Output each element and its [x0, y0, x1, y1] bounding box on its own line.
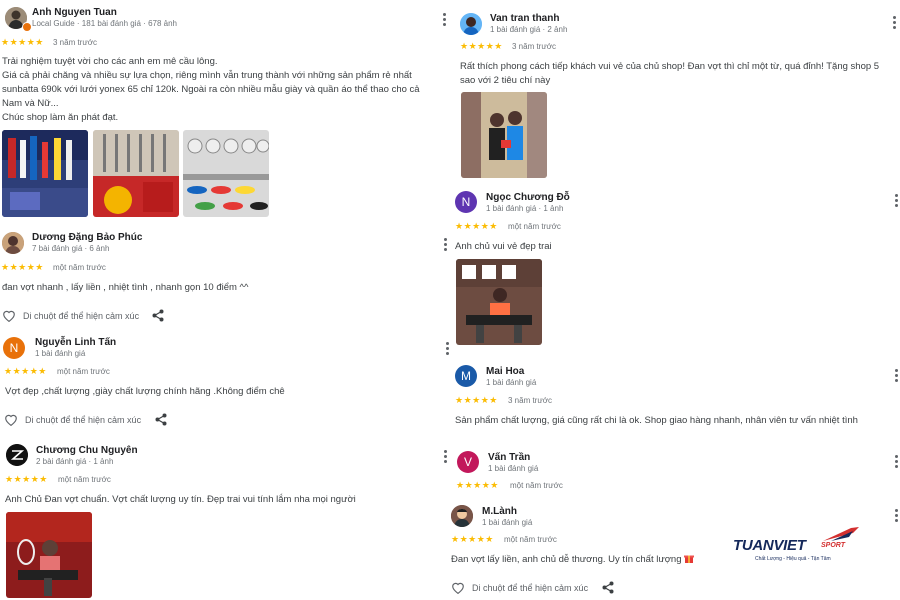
review-date: 3 năm trước	[508, 396, 552, 405]
react-label: Di chuột để thể hiện cảm xúc	[472, 582, 589, 593]
react-button[interactable]: Di chuột để thể hiện cảm xúc	[451, 581, 588, 594]
reviewer-name[interactable]: Dương Đặng Bảo Phúc	[32, 232, 142, 243]
reviewer-name[interactable]: Vấn Trần	[488, 452, 530, 463]
more-options-icon[interactable]	[892, 508, 900, 524]
avatar[interactable]	[451, 505, 473, 527]
review-text-line: Giá cả phải chăng và nhiều sự lựa chọn, …	[2, 70, 412, 81]
review-photo-owner-and-customer[interactable]	[461, 92, 547, 178]
review-date: 3 năm trước	[53, 38, 97, 47]
logo-sub: SPORT	[821, 542, 845, 549]
review-photo-stringing-machine[interactable]	[6, 512, 92, 598]
reviewer-name[interactable]: Mai Hoa	[486, 366, 524, 377]
local-guide-badge-icon	[22, 22, 32, 32]
review-text: Anh Chủ Đan vợt chuẩn. Vợt chất lượng uy…	[5, 494, 356, 505]
review-photo-shoes-display[interactable]	[183, 130, 269, 217]
star-rating: ★★★★★	[1, 262, 44, 272]
star-rating: ★★★★★	[455, 395, 498, 405]
heart-outline-icon	[452, 582, 464, 594]
heart-outline-icon	[5, 414, 17, 426]
star-rating: ★★★★★	[460, 41, 503, 51]
react-label: Di chuột để thể hiện cảm xúc	[25, 414, 142, 425]
review-text: Anh chủ vui vẻ đẹp trai	[455, 241, 552, 252]
reviewer-meta: 1 bài đánh giá	[488, 464, 539, 473]
more-options-icon[interactable]	[892, 368, 900, 384]
review-text-line: Nam và Nữ...	[2, 98, 59, 109]
star-rating: ★★★★★	[455, 221, 498, 231]
review-photo-shop-racket-wall[interactable]	[2, 130, 88, 217]
review-text-content: Đan vợt lấy liền, anh chủ dễ thương. Uy …	[451, 554, 682, 565]
more-options-icon[interactable]	[441, 237, 449, 253]
review-text: Vợt đẹp ,chất lượng ,giày chất lượng chí…	[5, 386, 285, 397]
star-rating: ★★★★★	[451, 534, 494, 544]
review-date: 3 năm trước	[512, 42, 556, 51]
review-photo-owner-at-machine[interactable]	[456, 259, 542, 345]
reviewer-meta: 1 bài đánh giá	[482, 518, 533, 527]
star-rating: ★★★★★	[456, 480, 499, 490]
review-date: một năm trước	[508, 222, 561, 231]
review-text: Đan vợt lấy liền, anh chủ dễ thương. Uy …	[451, 553, 751, 567]
review-text-line: Rất thích phong cách tiếp khách vui vẻ c…	[460, 61, 880, 72]
more-options-icon[interactable]	[441, 449, 449, 465]
review-text-line: sunbatta 690k với lưới yonex 65 chỉ 120k…	[2, 84, 420, 95]
reviewer-name[interactable]: M.Lành	[482, 506, 517, 517]
reviewer-name[interactable]: Nguyễn Linh Tấn	[35, 337, 116, 348]
review-text-line: Trải nghiệm tuyệt vời cho các anh em mê …	[2, 56, 218, 67]
heart-outline-icon	[3, 310, 15, 322]
reviewer-meta: 7 bài đánh giá · 6 ảnh	[32, 244, 110, 253]
react-button[interactable]: Di chuột để thể hiện cảm xúc	[4, 413, 141, 426]
review-date: một năm trước	[510, 481, 563, 490]
avatar[interactable]: N	[3, 337, 25, 359]
logo-tagline: Chất Lượng - Hiệu quả - Tận Tâm	[755, 556, 831, 562]
more-options-icon[interactable]	[890, 15, 898, 31]
reviewer-meta: 2 bài đánh giá · 1 ảnh	[36, 457, 114, 466]
review-text-line: sao với 2 tiêu chí này	[460, 75, 551, 86]
more-options-icon[interactable]	[443, 341, 451, 357]
reviewer-meta: 1 bài đánh giá	[486, 378, 537, 387]
avatar[interactable]	[2, 232, 24, 254]
review-date: một năm trước	[504, 535, 557, 544]
reviewer-meta: 1 bài đánh giá · 1 ảnh	[486, 204, 564, 213]
more-options-icon[interactable]	[892, 454, 900, 470]
reviewer-meta: 1 bài đánh giá · 2 ảnh	[490, 25, 568, 34]
reviewer-meta: Local Guide · 181 bài đánh giá · 678 ảnh	[32, 19, 177, 28]
logo-brand: TUANVIET	[733, 537, 806, 554]
gift-emoji-icon	[684, 554, 695, 565]
star-rating: ★★★★★	[4, 366, 47, 376]
review-text: đan vợt nhanh , lấy liền , nhiệt tình , …	[2, 282, 249, 293]
review-photo-shop-banner[interactable]	[93, 130, 179, 217]
review-text-line: Chúc shop làm ăn phát đạt.	[2, 112, 119, 123]
avatar[interactable]: V	[457, 451, 479, 473]
review-date: một năm trước	[58, 475, 111, 484]
share-icon[interactable]	[152, 309, 164, 327]
review-text: Rất thích phong cách tiếp khách vui vẻ c…	[460, 60, 900, 88]
tuanviet-sport-logo: TUANVIET SPORT Chất Lượng - Hiệu quả - T…	[733, 525, 868, 565]
review-text: Trải nghiệm tuyệt vời cho các anh em mê …	[2, 55, 442, 125]
avatar[interactable]	[460, 13, 482, 35]
avatar[interactable]: N	[455, 191, 477, 213]
share-icon[interactable]	[602, 581, 614, 599]
avatar[interactable]: M	[455, 365, 477, 387]
star-rating: ★★★★★	[1, 37, 44, 47]
star-rating: ★★★★★	[5, 474, 48, 484]
more-options-icon[interactable]	[440, 12, 448, 28]
review-date: một năm trước	[57, 367, 110, 376]
share-icon[interactable]	[155, 413, 167, 431]
react-button[interactable]: Di chuột để thể hiện cảm xúc	[2, 309, 139, 322]
review-date: một năm trước	[53, 263, 106, 272]
reviewer-name[interactable]: Chương Chu Nguyên	[36, 445, 138, 456]
logo-swoosh-icon	[823, 527, 859, 541]
reviewer-name[interactable]: Anh Nguyen Tuan	[32, 7, 117, 18]
reviewer-name[interactable]: Van tran thanh	[490, 13, 559, 24]
react-label: Di chuột để thể hiện cảm xúc	[23, 310, 140, 321]
reviewer-name[interactable]: Ngọc Chương Đỗ	[486, 192, 570, 203]
review-text: Sản phẩm chất lượng, giá cũng rất chi là…	[455, 415, 858, 426]
more-options-icon[interactable]	[892, 193, 900, 209]
reviewer-meta: 1 bài đánh giá	[35, 349, 86, 358]
avatar[interactable]	[6, 444, 28, 466]
